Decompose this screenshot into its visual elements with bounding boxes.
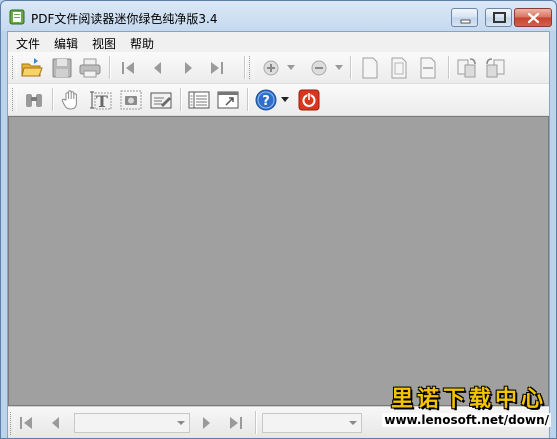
zoom-out-dropdown[interactable] — [335, 65, 343, 70]
first-page-icon — [20, 417, 32, 429]
svg-text:?: ? — [262, 94, 270, 109]
app-icon — [9, 9, 25, 25]
zoom-combo[interactable] — [262, 413, 362, 433]
status-next-page-button[interactable] — [194, 411, 218, 435]
snapshot-icon — [120, 90, 142, 110]
previous-page-icon — [52, 417, 59, 429]
client-area: 文件 编辑 视图 帮助 T ? — [7, 31, 550, 438]
status-last-page-button[interactable] — [224, 411, 248, 435]
close-icon — [527, 12, 540, 24]
last-page-icon — [211, 62, 223, 74]
rotate-clockwise-button[interactable] — [455, 56, 479, 80]
minimize-icon — [460, 19, 471, 24]
next-page-button[interactable] — [176, 56, 200, 80]
fit-width-icon — [420, 57, 436, 79]
menu-file[interactable]: 文件 — [12, 35, 44, 52]
rotate-counterclockwise-button[interactable] — [483, 56, 507, 80]
chevron-down-icon — [349, 421, 357, 425]
toolbar-separator — [109, 56, 111, 79]
window-title: PDF文件阅读器迷你绿色纯净版3.4 — [31, 12, 218, 26]
chevron-down-icon — [177, 421, 185, 425]
menu-edit[interactable]: 编辑 — [50, 35, 82, 52]
document-viewer[interactable] — [8, 116, 549, 406]
last-page-button[interactable] — [205, 56, 229, 80]
toolbar-grip[interactable] — [249, 56, 254, 79]
rotate-clockwise-icon — [457, 58, 476, 78]
print-icon — [79, 58, 101, 78]
svg-text:T: T — [96, 92, 108, 111]
maximize-icon — [493, 12, 506, 23]
hand-tool-icon — [61, 90, 77, 110]
close-button[interactable] — [514, 8, 552, 27]
toolbar-separator — [244, 56, 246, 79]
find-binoculars-icon — [26, 94, 42, 107]
exit-button[interactable] — [297, 88, 321, 112]
zoom-in-dropdown[interactable] — [287, 65, 295, 70]
toolbar-separator — [448, 56, 450, 79]
status-first-page-button[interactable] — [14, 411, 38, 435]
toolbar-separator — [350, 56, 352, 79]
watermark-title: 里诺下载中心 — [390, 386, 547, 412]
next-page-icon — [203, 417, 210, 429]
fit-width-button[interactable] — [416, 56, 440, 80]
save-button[interactable] — [50, 56, 74, 80]
toolbar-separator — [52, 88, 54, 111]
text-select-button[interactable]: T — [89, 88, 113, 112]
main-toolbar — [8, 52, 549, 84]
actual-size-button[interactable] — [358, 56, 382, 80]
first-page-button[interactable] — [116, 56, 140, 80]
rotate-counterclockwise-icon — [486, 58, 505, 78]
next-page-icon — [185, 62, 192, 74]
help-icon: ? — [255, 89, 277, 111]
previous-page-icon — [154, 62, 161, 74]
power-icon — [298, 89, 320, 111]
app-window: PDF文件阅读器迷你绿色纯净版3.4 文件 编辑 视图 帮助 T ? 里诺下载中… — [0, 0, 557, 439]
actual-size-icon — [362, 57, 378, 79]
toolbar-separator — [180, 88, 182, 111]
fullscreen-icon — [217, 91, 239, 109]
toolbar-grip[interactable] — [12, 56, 17, 79]
help-button[interactable]: ? — [254, 88, 278, 112]
print-button[interactable] — [78, 56, 102, 80]
fit-page-icon — [391, 57, 407, 79]
zoom-out-icon — [311, 60, 327, 76]
toolbar-separator — [255, 411, 257, 434]
zoom-in-button[interactable] — [259, 56, 283, 80]
text-select-icon: T — [90, 91, 112, 111]
fullscreen-button[interactable] — [216, 88, 240, 112]
edit-button[interactable] — [149, 88, 173, 112]
watermark-url: www.lenosoft.net/down/ — [382, 413, 551, 427]
hand-tool-button[interactable] — [59, 88, 83, 112]
menu-help[interactable]: 帮助 — [126, 35, 158, 52]
fit-page-button[interactable] — [387, 56, 411, 80]
continuous-view-button[interactable] — [187, 88, 211, 112]
toolbar-separator — [247, 88, 249, 111]
first-page-icon — [122, 62, 134, 74]
snapshot-button[interactable] — [119, 88, 143, 112]
menu-bar: 文件 编辑 视图 帮助 — [8, 32, 549, 52]
previous-page-button[interactable] — [146, 56, 170, 80]
title-bar[interactable]: PDF文件阅读器迷你绿色纯净版3.4 — [1, 1, 556, 31]
open-folder-icon — [21, 58, 43, 77]
zoom-out-button[interactable] — [307, 56, 331, 80]
open-button[interactable] — [20, 56, 44, 80]
last-page-icon — [230, 417, 242, 429]
save-icon — [52, 58, 72, 78]
find-button[interactable] — [22, 88, 46, 112]
edit-icon — [150, 92, 172, 109]
toolbar-grip[interactable] — [12, 88, 17, 111]
page-number-combo[interactable] — [74, 413, 190, 433]
continuous-view-icon — [188, 91, 210, 109]
zoom-in-icon — [263, 60, 279, 76]
help-dropdown[interactable] — [281, 97, 289, 102]
minimize-button[interactable] — [451, 8, 478, 27]
status-previous-page-button[interactable] — [44, 411, 68, 435]
maximize-button[interactable] — [485, 8, 512, 27]
watermark: 里诺下载中心 www.lenosoft.net/down/ — [382, 381, 555, 435]
tools-toolbar: T ? — [8, 84, 549, 116]
menu-view[interactable]: 视图 — [88, 35, 120, 52]
